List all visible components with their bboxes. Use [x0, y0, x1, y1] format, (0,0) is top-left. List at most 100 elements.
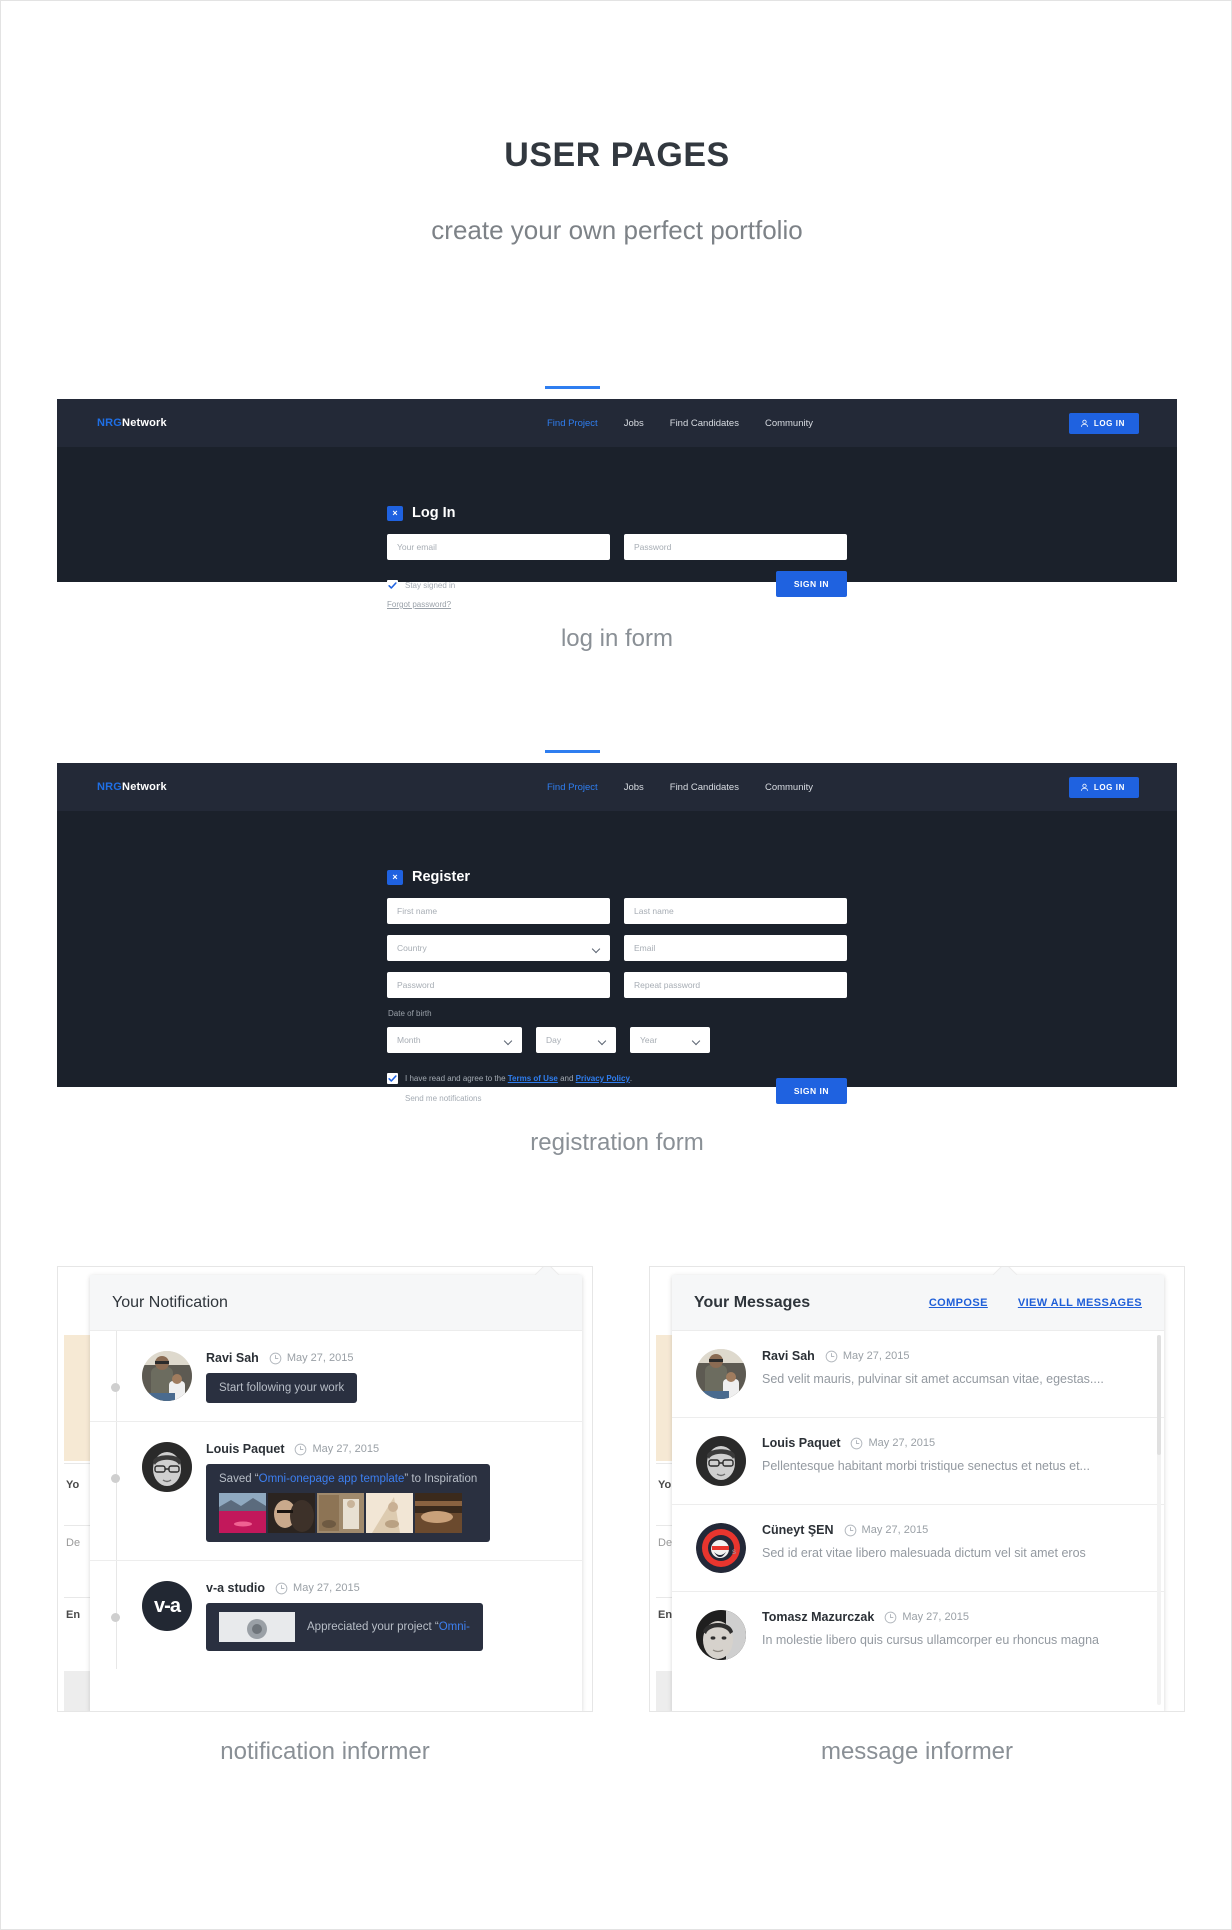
message-preview: Pellentesque habitant morbi tristique se… [762, 1459, 1090, 1473]
avatar [142, 1442, 192, 1492]
first-name-input[interactable]: First name [387, 898, 610, 924]
country-select[interactable]: Country [387, 935, 610, 961]
message-date: May 27, 2015 [842, 1350, 910, 1362]
notifications-checkbox[interactable] [387, 1093, 398, 1104]
notifications-row[interactable]: Send me notifications [387, 1093, 632, 1104]
nav-item-find-candidates[interactable]: Find Candidates [670, 766, 739, 809]
timeline-dot [111, 1613, 120, 1622]
message-item[interactable]: Ravi Sah May 27, 2015 Sed velit mauris, … [672, 1331, 1164, 1418]
message-item[interactable]: s Cüneyt ŞEN May 27, 2015 Sed id erat vi… [672, 1505, 1164, 1592]
notification-item[interactable]: Ravi Sah May 27, 2015 Start following yo… [90, 1331, 582, 1422]
terms-checkbox[interactable] [387, 1073, 398, 1084]
notification-meta: Ravi Sah May 27, 2015 [206, 1351, 560, 1365]
project-link[interactable]: Omni-onepage app template [259, 1473, 405, 1485]
brand-logo[interactable]: NRGNetwork [97, 417, 167, 429]
thumbnail-image[interactable] [415, 1493, 462, 1533]
notifications-label: Send me notifications [405, 1094, 482, 1103]
register-submit-button[interactable]: SIGN IN [775, 1078, 847, 1104]
nav-item-find-candidates[interactable]: Find Candidates [670, 402, 739, 445]
notification-message: Start following your work [206, 1373, 358, 1403]
avatar-text-va-studio: v-a [154, 1594, 181, 1617]
thumbnail-image[interactable] [317, 1493, 364, 1533]
clock-icon [844, 1524, 856, 1536]
message-date: May 27, 2015 [868, 1437, 936, 1449]
date-of-birth-label: Date of birth [388, 1009, 432, 1018]
avatar: s [696, 1523, 746, 1573]
year-select[interactable]: Year [630, 1027, 710, 1053]
privacy-policy-link[interactable]: Privacy Policy [576, 1074, 630, 1083]
notification-item[interactable]: Louis Paquet May 27, 2015 Saved “Omni-on… [90, 1422, 582, 1561]
brand-primary: NRG [97, 781, 123, 793]
avatar-image-louis-paquet [142, 1442, 192, 1492]
background-text-de: De [66, 1537, 81, 1549]
thumbnail-image[interactable] [268, 1493, 315, 1533]
stay-signed-in-label: Stay signed in [405, 581, 456, 590]
nav-item-find-project[interactable]: Find Project [545, 749, 600, 809]
nav-item-find-project[interactable]: Find Project [545, 385, 600, 445]
avatar-image-ravi-sah [696, 1349, 746, 1399]
avatar [696, 1436, 746, 1486]
scrollbar-thumb[interactable] [1157, 1335, 1161, 1455]
notification-meta: v-a studio May 27, 2015 [206, 1581, 560, 1595]
messages-card: Your Messages COMPOSE VIEW ALL MESSAGES [672, 1267, 1164, 1711]
message-item[interactable]: Tomasz Mazurczak May 27, 2015 In molesti… [672, 1592, 1164, 1678]
messages-scrollbar[interactable] [1157, 1335, 1161, 1705]
avatar [142, 1351, 192, 1401]
notification-author: Ravi Sah [206, 1351, 259, 1365]
message-item[interactable]: Louis Paquet May 27, 2015 Pellentesque h… [672, 1418, 1164, 1505]
stay-signed-in-row[interactable]: Stay signed in [387, 580, 455, 591]
month-select[interactable]: Month [387, 1027, 522, 1053]
login-button[interactable]: LOG IN [1068, 776, 1139, 798]
thumbnail-image[interactable] [366, 1493, 413, 1533]
check-icon [388, 582, 397, 589]
close-icon[interactable]: × [387, 869, 403, 885]
nav-item-community[interactable]: Community [765, 402, 813, 445]
register-form-heading: × Register [387, 869, 847, 885]
compose-button[interactable]: COMPOSE [929, 1297, 988, 1309]
email-input[interactable]: Email [624, 935, 847, 961]
login-button[interactable]: LOG IN [1068, 412, 1139, 434]
terms-row[interactable]: I have read and agree to the Terms of Us… [387, 1073, 632, 1084]
clock-icon [295, 1443, 307, 1455]
name-row: First name Last name [387, 898, 847, 924]
forgot-password-link[interactable]: Forgot password? [387, 600, 451, 609]
brand-logo[interactable]: NRGNetwork [97, 781, 167, 793]
nav-item-jobs[interactable]: Jobs [624, 402, 644, 445]
message-author: Tomasz Mazurczak [762, 1610, 875, 1624]
project-link[interactable]: Omni- [439, 1621, 470, 1633]
register-form-title: Register [412, 869, 471, 885]
repeat-password-input[interactable]: Repeat password [624, 972, 847, 998]
message-author: Ravi Sah [762, 1349, 815, 1363]
close-icon[interactable]: × [387, 505, 403, 521]
background-text-en: En [658, 1609, 673, 1621]
last-name-input[interactable]: Last name [624, 898, 847, 924]
notification-item[interactable]: v-a v-a studio May 27, 2015 Appreciated … [90, 1561, 582, 1669]
nav-item-jobs[interactable]: Jobs [624, 766, 644, 809]
stay-signed-in-checkbox[interactable] [387, 580, 398, 591]
notification-timestamp: May 27, 2015 [275, 1582, 360, 1595]
svg-text:s: s [732, 1547, 736, 1556]
message-author: Cüneyt ŞEN [762, 1523, 834, 1537]
day-select[interactable]: Day [536, 1027, 616, 1053]
email-input[interactable]: Your email [387, 534, 610, 560]
avatar: v-a [142, 1581, 192, 1631]
notification-author: v-a studio [206, 1581, 266, 1595]
thumbnail-image[interactable] [219, 1493, 266, 1533]
page-subtitle: create your own perfect portfolio [431, 215, 803, 245]
view-all-messages-button[interactable]: VIEW ALL MESSAGES [1018, 1297, 1142, 1309]
password-input[interactable]: Password [624, 534, 847, 560]
message-meta: Cüneyt ŞEN May 27, 2015 [762, 1523, 1142, 1537]
terms-of-use-link[interactable]: Terms of Use [508, 1074, 558, 1083]
date-of-birth-row: Month Day Year [387, 1027, 847, 1053]
attachment-thumbnail[interactable] [219, 1612, 295, 1642]
nav-item-community[interactable]: Community [765, 766, 813, 809]
login-form-title: Log In [412, 505, 456, 521]
timeline-dot [111, 1474, 120, 1483]
thumbnail-strip [219, 1493, 477, 1533]
country-email-row: Country Email [387, 935, 847, 961]
messages-panel-title: Your Messages [694, 1293, 811, 1311]
notification-meta: Louis Paquet May 27, 2015 [206, 1442, 560, 1456]
login-submit-button[interactable]: SIGN IN [775, 571, 847, 597]
brand-secondary: Network [122, 781, 167, 793]
password-input[interactable]: Password [387, 972, 610, 998]
